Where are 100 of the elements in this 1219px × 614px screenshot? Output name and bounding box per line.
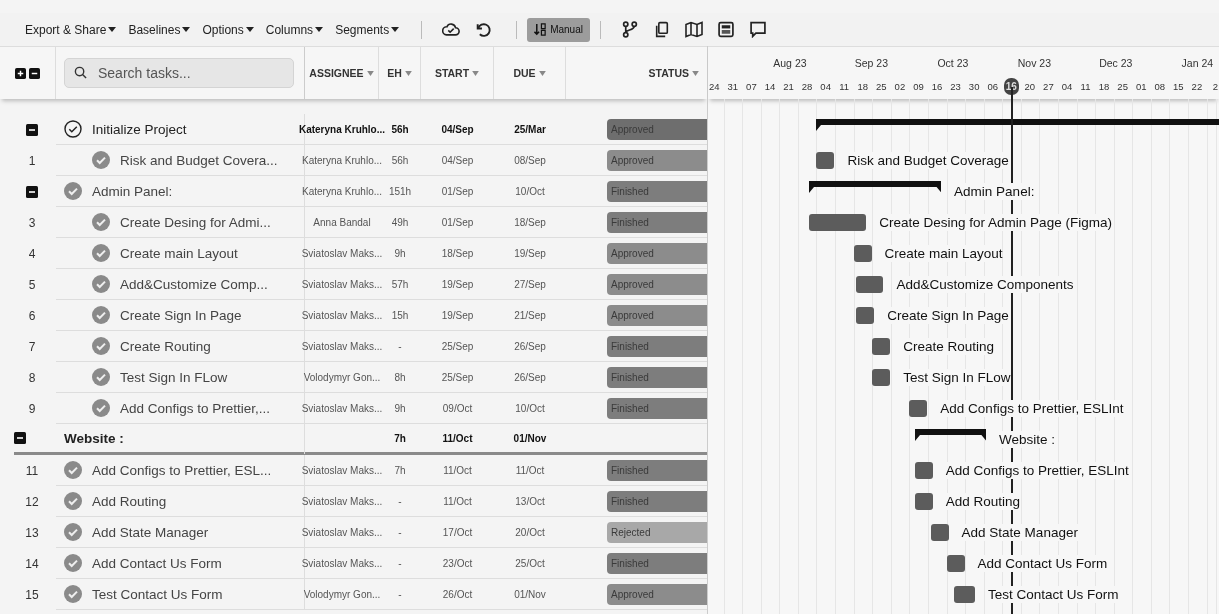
check-circle-icon[interactable]: [92, 306, 110, 324]
expand-all-icon[interactable]: [15, 67, 26, 79]
week-label: 23: [950, 80, 961, 92]
sort-caret-icon[interactable]: [404, 70, 412, 76]
status-badge[interactable]: Finished: [607, 490, 707, 512]
task-bar[interactable]: [946, 555, 965, 572]
status-badge[interactable]: Approved: [607, 304, 707, 326]
column-header[interactable]: STATUS: [648, 67, 689, 79]
column-header[interactable]: ASSIGNEE: [309, 67, 364, 79]
task-bar[interactable]: [816, 152, 835, 169]
task-bar[interactable]: [872, 369, 891, 386]
status-badge[interactable]: Approved: [607, 149, 707, 171]
check-circle-icon[interactable]: [64, 182, 82, 200]
task-bar[interactable]: [930, 524, 949, 541]
task-bar[interactable]: [853, 245, 872, 262]
menu-button[interactable]: Columns: [265, 20, 324, 39]
summary-bar[interactable]: [808, 181, 942, 193]
task-name: Create Routing: [120, 338, 211, 354]
menu-button[interactable]: Segments: [335, 20, 400, 39]
undo-icon[interactable]: [474, 21, 493, 38]
sort-caret-icon[interactable]: [692, 70, 699, 76]
caret-icon: [391, 27, 400, 32]
effort-cell: 151h: [388, 185, 412, 197]
task-bar[interactable]: [856, 276, 884, 293]
due-date-cell: 21/Sep: [514, 309, 546, 321]
bar-label: Add Routing: [945, 493, 1020, 510]
status-badge[interactable]: Finished: [607, 335, 707, 357]
start-date-cell: 19/Sep: [441, 309, 474, 321]
menu-button[interactable]: Export & Share: [25, 20, 117, 39]
sort-caret-icon[interactable]: [538, 70, 546, 76]
check-circle-icon[interactable]: [64, 492, 82, 510]
week-label: 18: [857, 80, 869, 92]
collapse-icon[interactable]: [14, 432, 26, 444]
column-header[interactable]: EH: [387, 67, 402, 79]
task-name: Add Configs to Prettier, ESL...: [92, 462, 272, 478]
status-badge[interactable]: Finished: [607, 211, 707, 233]
status-badge[interactable]: Approved: [607, 273, 707, 295]
check-circle-icon[interactable]: [92, 337, 110, 355]
sort-caret-icon[interactable]: [472, 70, 480, 76]
status-badge[interactable]: Rejected: [607, 521, 707, 543]
menu-button[interactable]: Baselines: [128, 20, 191, 39]
check-circle-icon[interactable]: [92, 244, 110, 262]
start-date-cell: 26/Oct: [442, 588, 473, 600]
row-number: 8: [28, 370, 36, 385]
check-circle-icon[interactable]: [64, 523, 82, 541]
sort-caret-icon[interactable]: [366, 70, 374, 76]
collapse-icon[interactable]: [26, 123, 38, 136]
bar-label: Website :: [999, 431, 1056, 448]
board-icon[interactable]: [716, 21, 735, 38]
week-label: 2: [1212, 80, 1219, 92]
week-label: 31: [727, 80, 739, 92]
check-circle-icon[interactable]: [92, 368, 110, 386]
menu-button[interactable]: Options: [202, 20, 254, 39]
status-badge[interactable]: Finished: [607, 552, 707, 574]
comment-icon[interactable]: [748, 21, 767, 38]
week-label: 15: [1173, 80, 1184, 92]
summary-bar[interactable]: [914, 429, 987, 441]
task-bar[interactable]: [808, 214, 867, 231]
task-bar[interactable]: [872, 338, 891, 355]
check-circle-icon[interactable]: [64, 585, 82, 603]
map-icon[interactable]: [684, 21, 703, 38]
check-circle-icon[interactable]: [64, 554, 82, 572]
week-label: 06: [987, 80, 998, 92]
task-bar[interactable]: [914, 462, 933, 479]
column-header[interactable]: DUE: [513, 67, 536, 79]
task-bar[interactable]: [856, 307, 875, 324]
effort-cell: 56h: [391, 154, 409, 166]
task-bar[interactable]: [914, 493, 933, 510]
week-label: 21: [783, 80, 794, 92]
status-badge[interactable]: Approved: [607, 242, 707, 264]
status-badge[interactable]: Finished: [607, 366, 707, 388]
status-badge[interactable]: Approved: [607, 583, 707, 605]
collapse-icon[interactable]: [26, 185, 38, 198]
effort-cell: 9h: [394, 247, 406, 259]
cloud-check-icon[interactable]: [442, 21, 461, 38]
manual-button[interactable]: Manual: [527, 17, 590, 42]
row-number: 11: [25, 463, 39, 478]
assignee-cell: Sviatoslav Maks...: [301, 464, 383, 476]
task-bar[interactable]: [909, 400, 928, 417]
search-field[interactable]: Search tasks...: [64, 58, 294, 88]
task-name: Add Routing: [92, 493, 167, 509]
status-badge[interactable]: Finished: [607, 397, 707, 419]
column-header[interactable]: START: [434, 67, 470, 79]
check-circle-icon[interactable]: [92, 399, 110, 417]
assignee-cell: Sviatoslav Maks...: [301, 340, 383, 352]
row-number: 15: [25, 587, 39, 602]
check-circle-icon[interactable]: [92, 213, 110, 231]
collapse-all-icon[interactable]: [29, 67, 40, 79]
check-outline-icon[interactable]: [64, 120, 82, 138]
effort-cell: 7h: [394, 432, 406, 444]
due-date-cell: 01/Nov: [513, 432, 547, 444]
month-label: Oct 23: [937, 57, 969, 69]
check-circle-icon[interactable]: [92, 151, 110, 169]
check-circle-icon[interactable]: [92, 275, 110, 293]
status-badge[interactable]: Finished: [607, 459, 707, 481]
bar-label: Risk and Budget Coverage: [847, 152, 1009, 169]
assignee-cell: Sviatoslav Maks...: [301, 247, 383, 259]
status-badge[interactable]: Finished: [607, 180, 707, 202]
branch-icon[interactable]: [620, 21, 639, 38]
check-circle-icon[interactable]: [64, 461, 82, 479]
